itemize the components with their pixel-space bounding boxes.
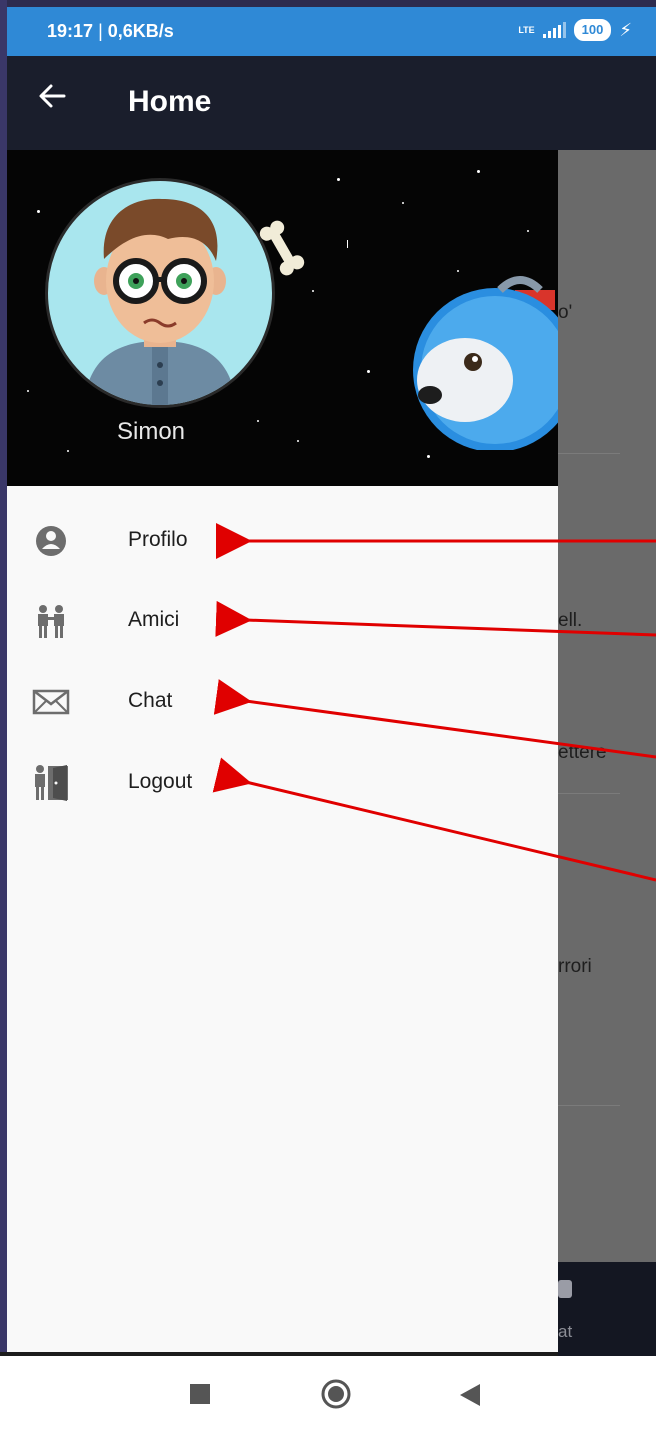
menu-label: Chat <box>128 689 173 712</box>
drawer-header: Simon <box>7 150 558 486</box>
network-speed: 0,6KB/s <box>107 21 174 41</box>
system-navigation-bar <box>0 1356 656 1430</box>
background-text: rrori <box>558 956 592 977</box>
user-name: Simon <box>117 418 186 445</box>
status-indicators: LTE 100 ⚡ <box>518 19 632 41</box>
status-time: 19:17 | 0,6KB/s <box>47 21 174 42</box>
menu-item-chat[interactable]: Chat <box>7 665 558 739</box>
back-triangle-icon[interactable] <box>460 1384 480 1411</box>
friends-icon <box>31 601 71 641</box>
chat-icon <box>558 1280 572 1298</box>
page-title: Home <box>128 85 212 118</box>
background-text: ell. <box>558 610 583 631</box>
logout-door-icon <box>31 763 71 803</box>
divider <box>558 793 620 794</box>
status-separator: | <box>98 21 103 41</box>
mail-icon <box>31 682 71 722</box>
device-frame <box>0 0 7 1430</box>
profile-icon <box>31 521 71 561</box>
status-bar: 19:17 | 0,6KB/s LTE 100 ⚡ <box>7 7 656 56</box>
divider <box>558 1105 620 1106</box>
menu-label: Amici <box>128 608 180 631</box>
recents-square-icon[interactable] <box>190 1384 210 1409</box>
astronaut-pet-illustration <box>395 270 558 455</box>
bottom-nav: at <box>558 1262 656 1356</box>
home-circle-icon[interactable] <box>320 1378 352 1415</box>
divider <box>558 453 620 454</box>
app-bar: Home <box>7 56 656 150</box>
signal-icon <box>542 22 566 38</box>
menu-item-amici[interactable]: Amici <box>7 584 558 658</box>
bottom-nav-label: at <box>558 1322 573 1341</box>
menu-label: Logout <box>128 770 193 793</box>
clock: 19:17 <box>47 21 94 41</box>
bone-icon <box>259 218 305 283</box>
menu-label: Profilo <box>128 528 188 551</box>
navigation-drawer: Simon Profilo Amici Chat Logout <box>7 150 558 1352</box>
background-content: o' ell. ettere rrori <box>558 150 656 1356</box>
charging-icon: ⚡ <box>619 19 632 40</box>
menu-item-profilo[interactable]: Profilo <box>7 504 558 578</box>
menu-item-logout[interactable]: Logout <box>7 746 558 820</box>
background-text: o' <box>558 302 573 323</box>
back-arrow-icon[interactable] <box>37 80 67 120</box>
avatar[interactable] <box>45 178 275 408</box>
network-type: LTE <box>518 24 535 35</box>
battery-icon: 100 <box>573 19 612 41</box>
background-text: ettere <box>558 742 607 763</box>
